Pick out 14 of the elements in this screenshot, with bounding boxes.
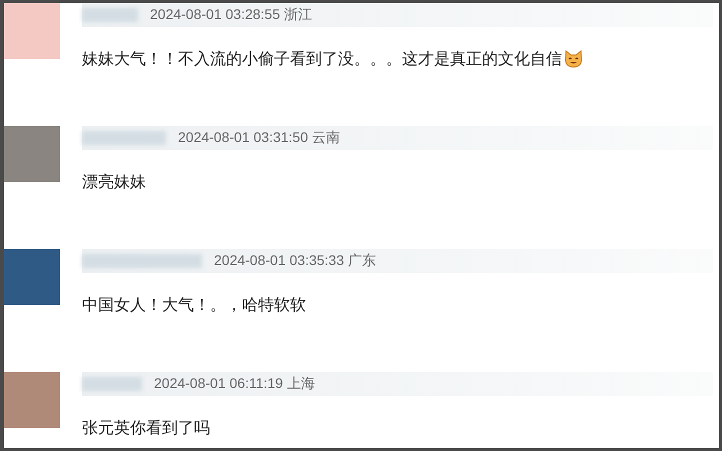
comment-text: 妹妹大气！！不入流的小偷子看到了没。。。这才是真正的文化自信 (82, 49, 562, 69)
avatar-photo-placeholder (4, 3, 60, 59)
avatar-photo-placeholder (4, 249, 60, 305)
timestamp-location: 2024-08-01 03:31:50 云南 (178, 129, 340, 147)
timestamp-location: 2024-08-01 03:35:33 广东 (214, 252, 376, 270)
timestamp-location: 2024-08-01 03:28:55 浙江 (150, 6, 312, 24)
blurred-username (82, 8, 138, 22)
comment-text: 张元英你看到了吗 (82, 418, 210, 438)
comment-text: 漂亮妹妹 (82, 172, 146, 192)
avatar-photo-placeholder (4, 126, 60, 182)
timestamp-location: 2024-08-01 06:11:19 上海 (154, 375, 315, 393)
avatar-photo-placeholder (4, 372, 60, 428)
blurred-username (82, 377, 142, 391)
comment-text: 中国女人！大气！。，哈特软软 (82, 295, 306, 315)
